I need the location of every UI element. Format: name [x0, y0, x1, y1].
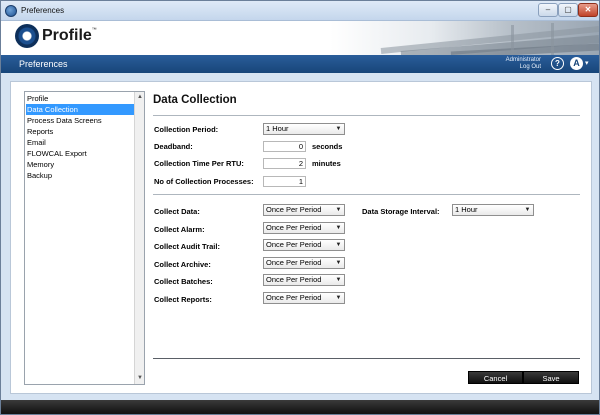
collect-audit-value: Once Per Period — [266, 240, 322, 249]
chevron-down-icon[interactable]: ▾ — [585, 59, 589, 67]
chevron-down-icon: ▼ — [335, 225, 342, 231]
collect-archive-value: Once Per Period — [266, 258, 322, 267]
chevron-down-icon: ▼ — [335, 242, 342, 248]
collect-audit-label: Collect Audit Trail: — [154, 242, 220, 251]
collect-batches-value: Once Per Period — [266, 275, 322, 284]
section-title: Data Collection — [153, 94, 237, 106]
processes-input[interactable]: 1 — [263, 176, 306, 187]
chevron-down-icon: ▼ — [335, 295, 342, 301]
divider — [153, 358, 580, 359]
logo-trademark: ™ — [91, 27, 97, 33]
list-item-email[interactable]: Email — [26, 137, 134, 148]
collect-archive-select[interactable]: Once Per Period ▼ — [263, 257, 345, 269]
collect-audit-select[interactable]: Once Per Period ▼ — [263, 239, 345, 251]
chevron-down-icon: ▼ — [335, 277, 342, 283]
deadband-input[interactable]: 0 — [263, 141, 306, 152]
help-icon[interactable]: ? — [551, 57, 564, 70]
logout-link[interactable]: Log Out — [481, 64, 541, 71]
list-item-memory[interactable]: Memory — [26, 159, 134, 170]
window-title: Preferences — [21, 6, 65, 15]
divider — [153, 194, 580, 195]
collect-alarm-select[interactable]: Once Per Period ▼ — [263, 222, 345, 234]
logo-text: Profile — [42, 27, 92, 44]
processes-label: No of Collection Processes: — [154, 177, 254, 186]
status-bar — [1, 400, 599, 414]
list-scrollbar[interactable]: ▲ ▼ — [134, 92, 144, 384]
chevron-down-icon: ▼ — [335, 260, 342, 266]
pipeline-banner-image — [380, 23, 599, 55]
collect-data-label: Collect Data: — [154, 207, 200, 216]
collect-reports-label: Collect Reports: — [154, 295, 212, 304]
content-panel: Profile Data Collection Process Data Scr… — [10, 81, 592, 394]
divider — [153, 115, 580, 116]
collect-alarm-value: Once Per Period — [266, 223, 322, 232]
deadband-label: Deadband: — [154, 142, 193, 151]
maximize-button[interactable]: ▢ — [558, 3, 578, 17]
collect-data-value: Once Per Period — [266, 205, 322, 214]
minimize-button[interactable]: – — [538, 3, 558, 17]
nav-bar: Preferences Administrator Log Out ? A ▾ — [1, 55, 599, 73]
profile-logo: Profile™ — [42, 27, 97, 45]
storage-interval-label: Data Storage Interval: — [362, 207, 440, 216]
collect-archive-label: Collect Archive: — [154, 260, 211, 269]
close-button[interactable]: ✕ — [578, 3, 598, 17]
collect-alarm-label: Collect Alarm: — [154, 225, 205, 234]
scroll-down-icon[interactable]: ▼ — [136, 374, 144, 383]
cancel-button[interactable]: Cancel — [468, 371, 523, 384]
page-title: Preferences — [19, 59, 68, 69]
title-bar: Preferences – ▢ ✕ — [1, 1, 599, 21]
header-banner: Profile™ — [1, 21, 599, 55]
collection-period-select[interactable]: 1 Hour ▼ — [263, 123, 345, 135]
chevron-down-icon: ▼ — [335, 207, 342, 213]
list-item-data-collection[interactable]: Data Collection — [26, 104, 134, 115]
list-item-backup[interactable]: Backup — [26, 170, 134, 181]
storage-interval-select[interactable]: 1 Hour ▼ — [452, 204, 534, 216]
collection-time-unit: minutes — [312, 159, 341, 168]
collect-batches-select[interactable]: Once Per Period ▼ — [263, 274, 345, 286]
collection-time-label: Collection Time Per RTU: — [154, 159, 244, 168]
app-icon — [5, 5, 17, 17]
profile-logo-icon — [15, 24, 39, 48]
collect-batches-label: Collect Batches: — [154, 277, 213, 286]
scroll-up-icon[interactable]: ▲ — [136, 93, 144, 102]
list-item-process-data-screens[interactable]: Process Data Screens — [26, 115, 134, 126]
collect-reports-select[interactable]: Once Per Period ▼ — [263, 292, 345, 304]
collection-period-value: 1 Hour — [266, 124, 289, 133]
list-item-reports[interactable]: Reports — [26, 126, 134, 137]
preferences-list: Profile Data Collection Process Data Scr… — [24, 91, 145, 385]
list-item-profile[interactable]: Profile — [26, 93, 134, 104]
collect-reports-value: Once Per Period — [266, 293, 322, 302]
save-button[interactable]: Save — [523, 371, 579, 384]
user-name: Administrator — [505, 57, 541, 63]
chevron-down-icon: ▼ — [524, 207, 531, 213]
language-icon[interactable]: A — [570, 57, 583, 70]
collect-data-select[interactable]: Once Per Period ▼ — [263, 204, 345, 216]
storage-interval-value: 1 Hour — [455, 205, 478, 214]
deadband-unit: seconds — [312, 142, 343, 151]
chevron-down-icon: ▼ — [335, 126, 342, 132]
list-item-flowcal-export[interactable]: FLOWCAL Export — [26, 148, 134, 159]
user-info: Administrator Log Out — [481, 57, 541, 71]
collection-time-input[interactable]: 2 — [263, 158, 306, 169]
collection-period-label: Collection Period: — [154, 125, 219, 134]
preferences-window: Preferences – ▢ ✕ Profile™ Preferences A… — [0, 0, 600, 415]
